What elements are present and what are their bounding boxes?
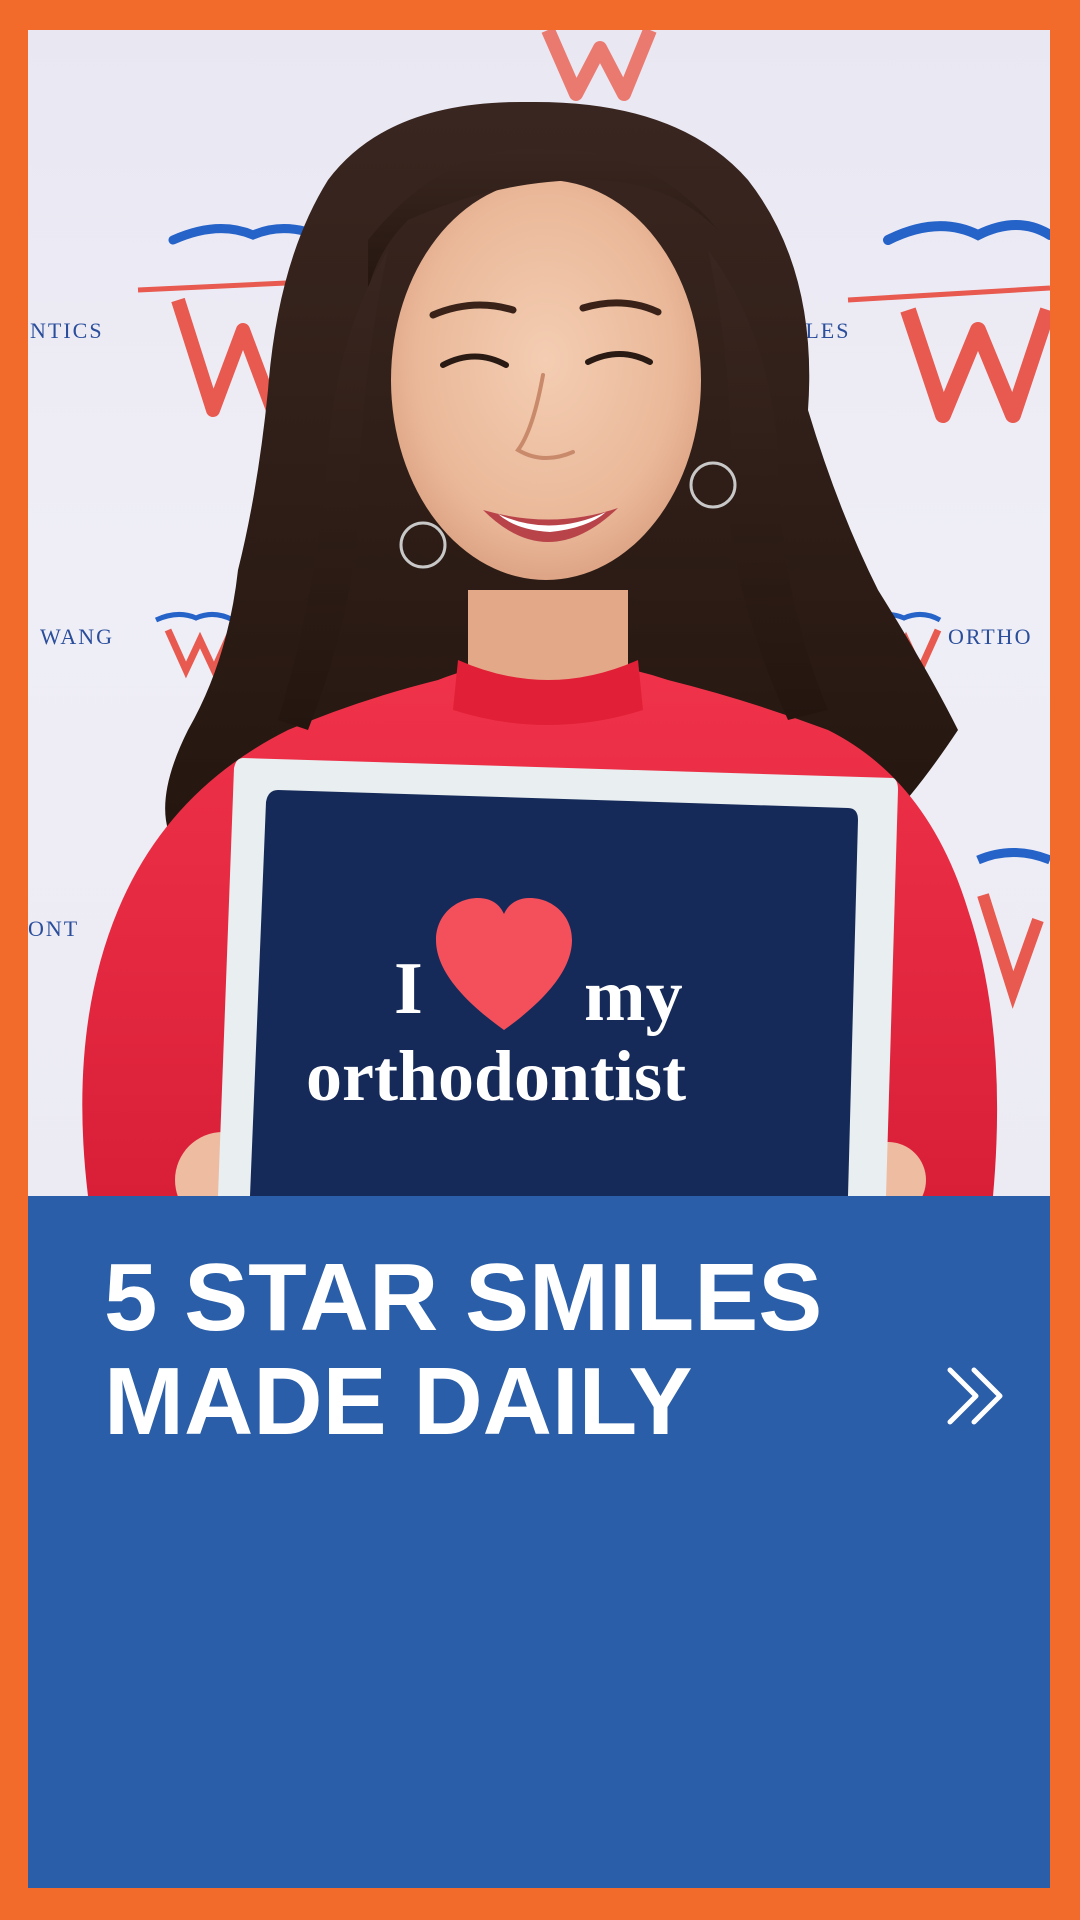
sign-word-orthodontist: orthodontist xyxy=(306,1036,686,1116)
backdrop-logo-lower-right xyxy=(976,848,1050,1009)
headline: 5 STAR SMILES MADE DAILY xyxy=(104,1246,822,1454)
cta-panel[interactable]: 5 STAR SMILES MADE DAILY xyxy=(28,1196,1050,1888)
next-button[interactable] xyxy=(938,1356,1018,1436)
backdrop-logo-top xyxy=(541,30,657,101)
backdrop-logo-right xyxy=(847,220,1050,423)
i-love-my-orthodontist-sign: I my orthodontist xyxy=(218,758,898,1196)
sign-word-i: I xyxy=(394,948,423,1030)
backdrop-text-3: WANG xyxy=(40,624,114,649)
double-chevron-right-icon xyxy=(947,1367,1003,1425)
headline-line-2: MADE DAILY xyxy=(104,1348,693,1455)
backdrop-text-5: ONT xyxy=(28,916,79,941)
backdrop-text-4: ORTHO xyxy=(948,624,1032,649)
story-card[interactable]: NTICS ILES WANG ORTHO ONT I my orthodont… xyxy=(28,30,1050,1888)
backdrop-text-1: NTICS xyxy=(30,318,104,343)
headline-line-1: 5 STAR SMILES xyxy=(104,1244,823,1351)
sign-word-my: my xyxy=(584,955,683,1037)
patient-photo: NTICS ILES WANG ORTHO ONT I my orthodont… xyxy=(28,30,1050,1196)
